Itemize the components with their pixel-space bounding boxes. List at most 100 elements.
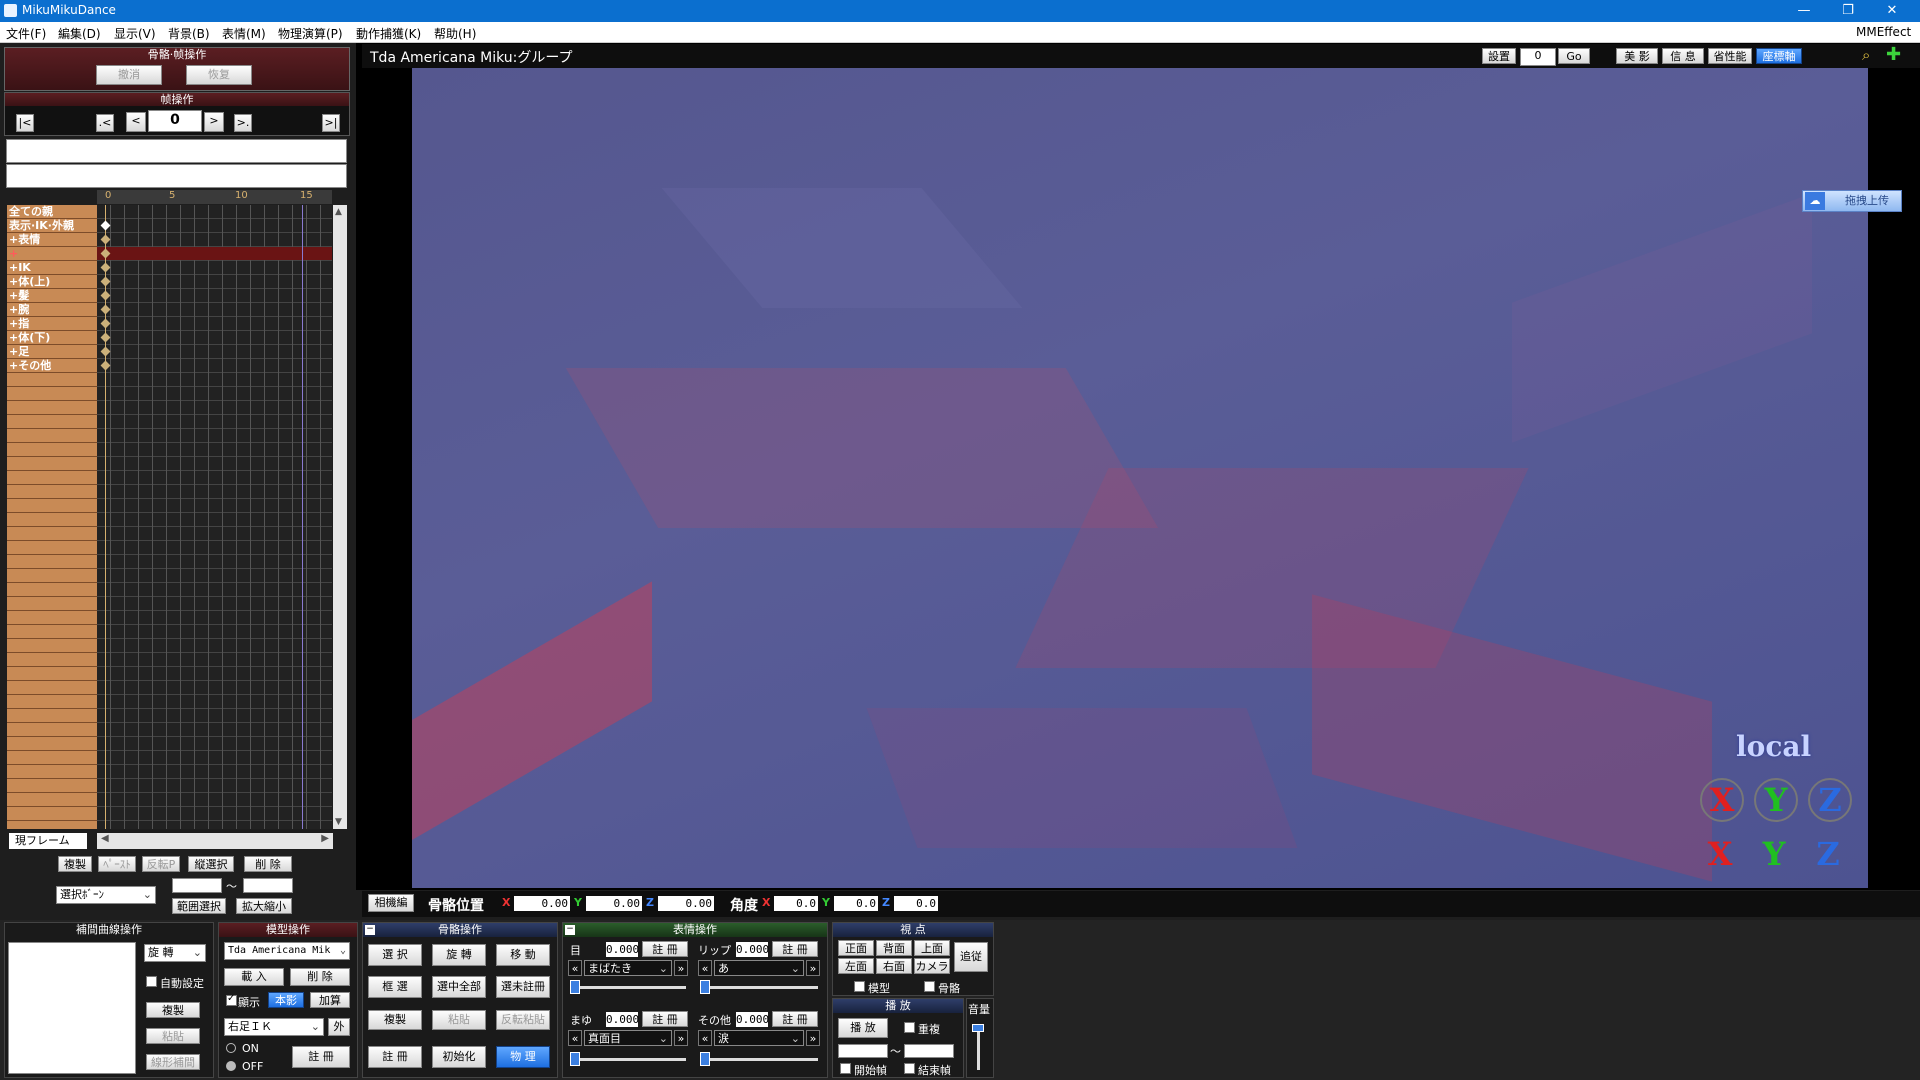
keyframe[interactable] [100, 318, 111, 329]
show-model-checkbox[interactable]: ✓ [226, 993, 237, 1006]
other-slider[interactable] [700, 1058, 818, 1061]
physics-button[interactable]: 物 理 [496, 1046, 550, 1068]
shadow-toggle-button[interactable]: 美 影 [1616, 48, 1658, 64]
view-camera-button[interactable]: カメラ [914, 958, 950, 974]
menu-mmeffect[interactable]: MMEffect [1856, 25, 1911, 39]
brow-register-button[interactable]: 註 冊 [642, 1011, 688, 1027]
select-all-button[interactable]: 選中全部 [432, 976, 486, 998]
rotate-y-icon[interactable]: Y [1754, 778, 1798, 822]
scale-button[interactable]: 拡大縮小 [236, 898, 292, 914]
upload-badge[interactable]: ☁ 拖拽上传 [1802, 190, 1902, 212]
other-slider-knob[interactable] [700, 1052, 710, 1066]
outer-parent-button[interactable]: 外 [328, 1018, 350, 1036]
end-frame-checkbox[interactable] [904, 1063, 915, 1074]
collapse-icon[interactable]: − [365, 925, 375, 935]
bone-dropdown[interactable]: 右足ＩＫ ⌄ [224, 1018, 324, 1036]
ang-z-input[interactable]: 0.0 [894, 896, 938, 911]
move-y-icon[interactable]: Y [1754, 834, 1794, 874]
shadow-button[interactable]: 本影 [268, 992, 304, 1008]
interp-paste-button[interactable]: 粘貼 [146, 1028, 200, 1044]
repeat-checkbox[interactable] [904, 1022, 915, 1033]
pos-z-input[interactable]: 0.00 [658, 896, 714, 911]
keyframe[interactable] [100, 234, 111, 245]
scroll-left-icon[interactable]: ◀ [101, 833, 109, 844]
box-select-button[interactable]: 框 選 [368, 976, 422, 998]
menu-help[interactable]: 帮助(H) [434, 25, 476, 42]
ang-y-input[interactable]: 0.0 [834, 896, 878, 911]
timeline-vscrollbar[interactable]: ▲ ▼ [333, 205, 347, 829]
view-left-button[interactable]: 左面 [838, 958, 874, 974]
menu-capture[interactable]: 動作捕獲(K) [356, 25, 421, 42]
play-start-input[interactable] [838, 1044, 888, 1058]
keyframe[interactable] [100, 304, 111, 315]
settings-button[interactable]: 設置 [1482, 48, 1516, 64]
eye-morph-value[interactable]: 0.000 [606, 942, 639, 957]
eye-morph-dropdown[interactable]: まばたき ⌄ [584, 960, 672, 976]
follow-button[interactable]: 追従 [954, 942, 988, 972]
bone-move-button[interactable]: 移 動 [496, 944, 550, 966]
keyframe[interactable] [100, 346, 111, 357]
collapse-icon[interactable]: − [565, 925, 575, 935]
bone-init-button[interactable]: 初始化 [432, 1046, 486, 1068]
track-finger[interactable]: +指 [9, 317, 29, 330]
menu-physics[interactable]: 物理演算(P) [278, 25, 343, 42]
zoom-icon[interactable]: ⌕ [1862, 46, 1870, 64]
menu-edit[interactable]: 編集(D) [58, 25, 101, 42]
model-dropdown[interactable]: Tda Americana Mik ⌄ [224, 942, 350, 960]
select-bone-dropdown[interactable]: 選択ﾎﾞｰﾝ ⌄ [56, 886, 156, 904]
keyframe[interactable] [100, 290, 111, 301]
other-next-icon[interactable]: » [806, 1030, 820, 1046]
interpolation-axis-dropdown[interactable]: 旋 轉 ⌄ [144, 944, 206, 962]
other-register-button[interactable]: 註 冊 [772, 1011, 818, 1027]
other-morph-dropdown[interactable]: 涙 ⌄ [714, 1030, 804, 1046]
keyframe[interactable] [100, 276, 111, 287]
track-arm[interactable]: +腕 [9, 303, 29, 316]
rotate-x-icon[interactable]: X [1700, 778, 1744, 822]
eye-slider[interactable] [570, 986, 686, 989]
lip-morph-value[interactable]: 0.000 [736, 942, 769, 957]
eye-prev-icon[interactable]: « [568, 960, 582, 976]
flip-paste-button[interactable]: 反転P [142, 856, 180, 872]
track-lower-body[interactable]: +体(下) [9, 331, 50, 344]
range-start-input[interactable] [172, 878, 222, 893]
start-frame-checkbox[interactable] [840, 1063, 851, 1074]
view-front-button[interactable]: 正面 [838, 940, 874, 956]
track-leg[interactable]: +足 [9, 345, 29, 358]
keyframe[interactable] [100, 332, 111, 343]
go-button[interactable]: Go [1558, 48, 1590, 64]
scroll-right-icon[interactable]: ▶ [321, 833, 329, 844]
other-prev-icon[interactable]: « [698, 1030, 712, 1046]
lip-slider-knob[interactable] [700, 980, 710, 994]
delete-model-button[interactable]: 削 除 [290, 968, 350, 986]
go-frame-input[interactable]: 0 [1520, 48, 1556, 66]
pos-x-input[interactable]: 0.00 [514, 896, 570, 911]
load-model-button[interactable]: 載 入 [224, 968, 284, 986]
view-bone-checkbox[interactable] [924, 981, 935, 992]
move-z-icon[interactable]: Z [1808, 834, 1848, 874]
brow-morph-dropdown[interactable]: 真面目 ⌄ [584, 1030, 672, 1046]
view-right-button[interactable]: 右面 [876, 958, 912, 974]
keyframe[interactable] [100, 262, 111, 273]
eye-register-button[interactable]: 註 冊 [642, 941, 688, 957]
copy-frame-button[interactable]: 複製 [58, 856, 92, 872]
restore-button[interactable]: ❐ [1826, 0, 1870, 22]
track-ik[interactable]: +IK [9, 261, 31, 274]
paste-frame-button[interactable]: ﾍﾟｰｽﾄ [98, 856, 136, 872]
lip-morph-dropdown[interactable]: あ ⌄ [714, 960, 804, 976]
timeline-grid[interactable] [97, 205, 332, 829]
rotate-z-icon[interactable]: Z [1808, 778, 1852, 822]
next-frame-button[interactable]: > [204, 112, 224, 132]
brow-prev-icon[interactable]: « [568, 1030, 582, 1046]
track-display-ik[interactable]: 表示·IK·外親 [9, 219, 74, 232]
play-end-input[interactable] [904, 1044, 954, 1058]
scroll-up-icon[interactable]: ▲ [335, 207, 342, 217]
brow-morph-value[interactable]: 0.000 [606, 1012, 639, 1027]
eye-slider-knob[interactable] [570, 980, 580, 994]
bone-rotate-button[interactable]: 旋 轉 [432, 944, 486, 966]
camera-edit-button[interactable]: 相機編 [368, 894, 414, 912]
menu-morph[interactable]: 表情(M) [222, 25, 266, 42]
bone-copy-button[interactable]: 複製 [368, 1010, 422, 1030]
scroll-down-icon[interactable]: ▼ [335, 817, 342, 827]
first-frame-button[interactable]: |< [16, 114, 34, 132]
vertical-select-button[interactable]: 縦選択 [188, 856, 234, 872]
